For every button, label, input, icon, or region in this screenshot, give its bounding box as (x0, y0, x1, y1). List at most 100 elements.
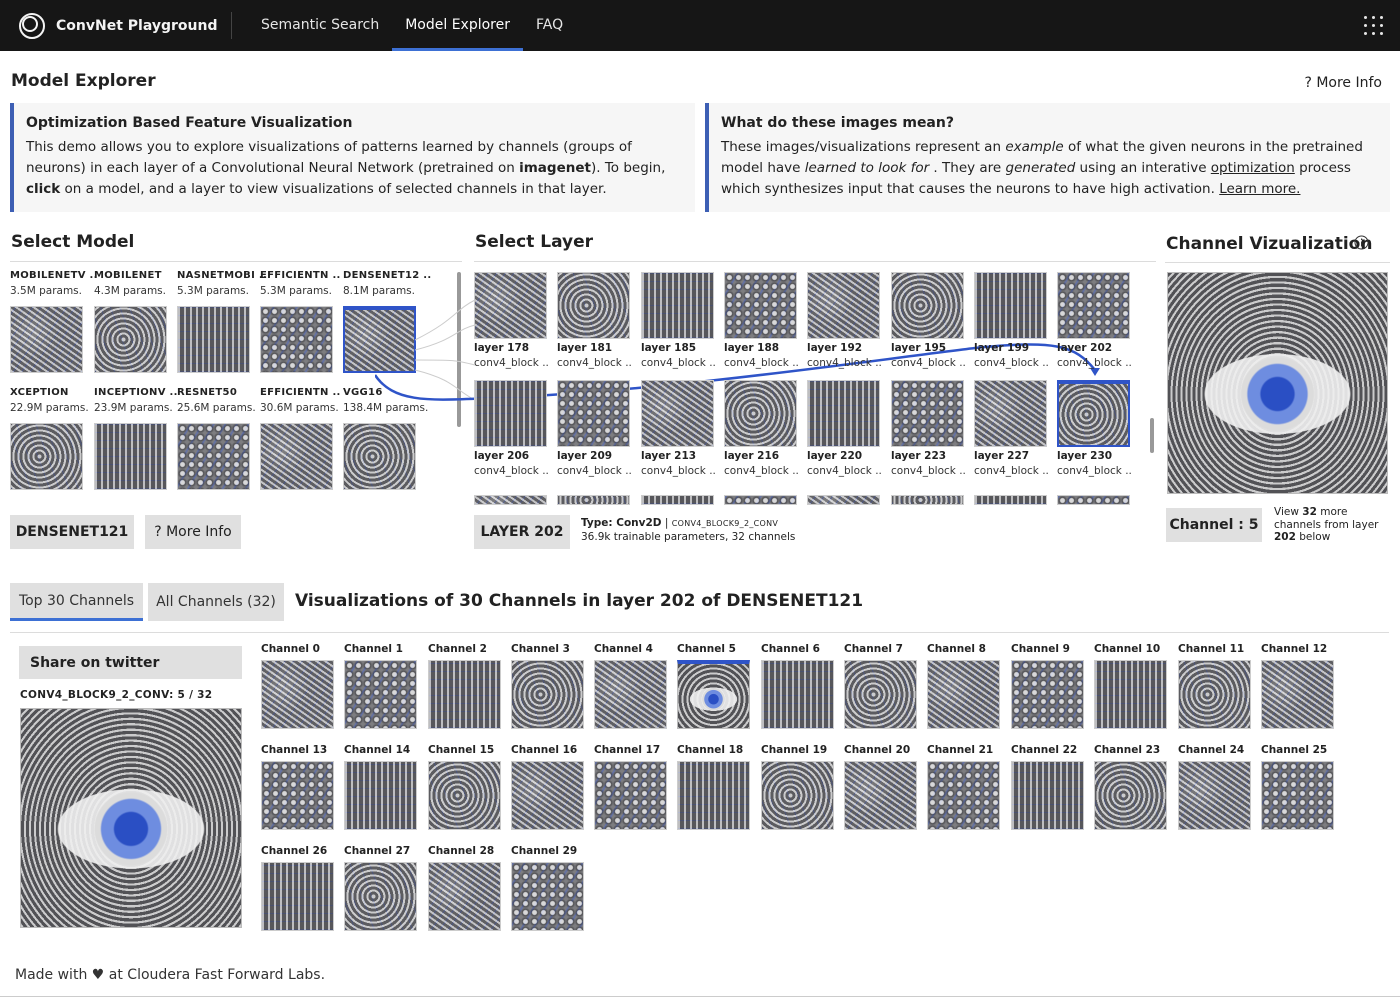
more-info-link[interactable]: ? More Info (1304, 75, 1382, 91)
model-thumbnail[interactable] (177, 306, 250, 373)
channel-thumbnail[interactable] (261, 862, 334, 931)
channel-thumbnail[interactable] (1094, 761, 1167, 830)
model-thumbnail[interactable] (260, 423, 333, 490)
selected-model-button[interactable]: DENSENET121 (10, 515, 134, 549)
model-thumbnail[interactable] (94, 306, 167, 373)
app-switcher-icon[interactable] (1362, 14, 1386, 38)
layer-thumbnail[interactable] (1057, 272, 1130, 339)
model-thumbnail[interactable] (177, 423, 250, 490)
channel-thumbnail[interactable] (261, 761, 334, 830)
layer-name: layer 223 (891, 450, 947, 462)
tab-all-channels[interactable]: All Channels (32) (148, 583, 284, 621)
layer-params-info: 36.9k trainable parameters, 32 channels (581, 531, 796, 543)
model-more-info-button[interactable]: ? More Info (145, 515, 241, 549)
channel-thumbnail[interactable] (344, 862, 417, 931)
layer-thumbnail-partial[interactable] (474, 495, 547, 505)
share-on-twitter-button[interactable]: Share on twitter (19, 646, 242, 679)
layer-thumbnail-partial[interactable] (641, 495, 714, 505)
layer-thumbnail[interactable] (557, 380, 630, 447)
channel-thumbnail[interactable] (1178, 761, 1251, 830)
channel-thumbnail[interactable] (594, 761, 667, 830)
layer-type-info: Type: Conv2D | CONV4_BLOCK9_2_CONV (581, 517, 779, 529)
layer-thumbnail-partial[interactable] (807, 495, 880, 505)
layer-thumbnail[interactable] (807, 380, 880, 447)
model-thumbnail[interactable] (260, 306, 333, 373)
channel-thumbnail[interactable] (428, 761, 501, 830)
channel-label: Channel 25 (1261, 744, 1328, 756)
info-icon[interactable] (1354, 235, 1369, 250)
channel-label: Channel 20 (844, 744, 911, 756)
header-divider (231, 12, 232, 39)
model-thumbnail[interactable] (10, 423, 83, 490)
model-name: EFFICIENTN .. (260, 387, 341, 398)
channel-thumbnail[interactable] (344, 761, 417, 830)
nav-model-explorer[interactable]: Model Explorer (392, 0, 523, 51)
channel-thumbnail[interactable] (761, 761, 834, 830)
channel-thumbnail[interactable] (511, 862, 584, 931)
layer-thumbnail[interactable] (724, 380, 797, 447)
model-params: 5.3M params. (177, 285, 249, 297)
channel-thumbnail[interactable] (594, 660, 667, 729)
model-thumbnail[interactable] (94, 423, 167, 490)
layer-thumbnail-partial[interactable] (1057, 495, 1130, 505)
layer-name: layer 227 (974, 450, 1030, 462)
tab-top-30-channels[interactable]: Top 30 Channels (10, 583, 143, 621)
cloudera-ffl-link[interactable]: Cloudera Fast Forward Labs. (127, 967, 325, 983)
optimization-link[interactable]: optimization (1211, 160, 1295, 176)
layer-thumbnail-partial[interactable] (557, 495, 630, 505)
channel-thumbnail[interactable] (844, 660, 917, 729)
channel-thumbnail[interactable] (1261, 761, 1334, 830)
layer-thumbnail[interactable] (891, 272, 964, 339)
nav-semantic-search[interactable]: Semantic Search (248, 0, 392, 51)
channel-thumbnail[interactable] (1011, 660, 1084, 729)
channel-label: Channel 9 (1011, 643, 1070, 655)
channel-label: Channel 15 (428, 744, 495, 756)
channel-label: Channel 13 (261, 744, 328, 756)
layer-thumbnail[interactable] (807, 272, 880, 339)
channel-thumbnail[interactable] (344, 660, 417, 729)
layer-thumbnail[interactable] (474, 272, 547, 339)
channel-thumbnail[interactable] (927, 761, 1000, 830)
model-thumbnail[interactable] (343, 423, 416, 490)
channel-thumbnail[interactable] (1178, 660, 1251, 729)
layer-thumbnail-partial[interactable] (891, 495, 964, 505)
channel-thumbnail[interactable] (677, 761, 750, 830)
layer-block-name: conv4_block .. (641, 357, 716, 369)
layer-thumbnail[interactable] (724, 272, 797, 339)
layer-block-name: conv4_block .. (1057, 357, 1132, 369)
layer-name: layer 209 (557, 450, 613, 462)
brand[interactable]: ConvNet Playground (18, 0, 217, 51)
channel-label: Channel 14 (344, 744, 411, 756)
channel-thumbnail[interactable] (428, 862, 501, 931)
channel-thumbnail[interactable] (428, 660, 501, 729)
page-title: Model Explorer (11, 71, 156, 91)
channel-thumbnail[interactable] (927, 660, 1000, 729)
layer-thumbnail[interactable] (557, 272, 630, 339)
channel-thumbnail[interactable] (261, 660, 334, 729)
channel-thumbnail[interactable] (844, 761, 917, 830)
layer-thumbnail[interactable] (974, 380, 1047, 447)
layer-thumbnail-partial[interactable] (974, 495, 1047, 505)
channel-thumbnail[interactable] (511, 660, 584, 729)
layer-thumbnail[interactable] (891, 380, 964, 447)
channel-thumbnail[interactable] (761, 660, 834, 729)
channel-thumbnail[interactable] (677, 660, 750, 729)
learn-more-link[interactable]: Learn more. (1219, 181, 1300, 197)
channel-thumbnail[interactable] (511, 761, 584, 830)
channel-thumbnail[interactable] (1011, 761, 1084, 830)
model-thumbnail[interactable] (10, 306, 83, 373)
layer-scrollbar[interactable] (1150, 418, 1154, 453)
intro-left-title: Optimization Based Feature Visualization (26, 115, 353, 131)
channel-button[interactable]: Channel : 5 (1166, 508, 1262, 542)
channel-thumbnail[interactable] (1094, 660, 1167, 729)
layer-thumbnail[interactable] (641, 272, 714, 339)
layer-thumbnail[interactable] (974, 272, 1047, 339)
layer-thumbnail[interactable] (641, 380, 714, 447)
nav-faq[interactable]: FAQ (523, 0, 576, 51)
layer-name: layer 185 (641, 342, 697, 354)
layer-thumbnail[interactable] (474, 380, 547, 447)
selected-layer-button[interactable]: LAYER 202 (474, 515, 570, 549)
channel-thumbnail[interactable] (1261, 660, 1334, 729)
layer-thumbnail-partial[interactable] (724, 495, 797, 505)
layer-thumbnail[interactable] (1057, 380, 1130, 447)
